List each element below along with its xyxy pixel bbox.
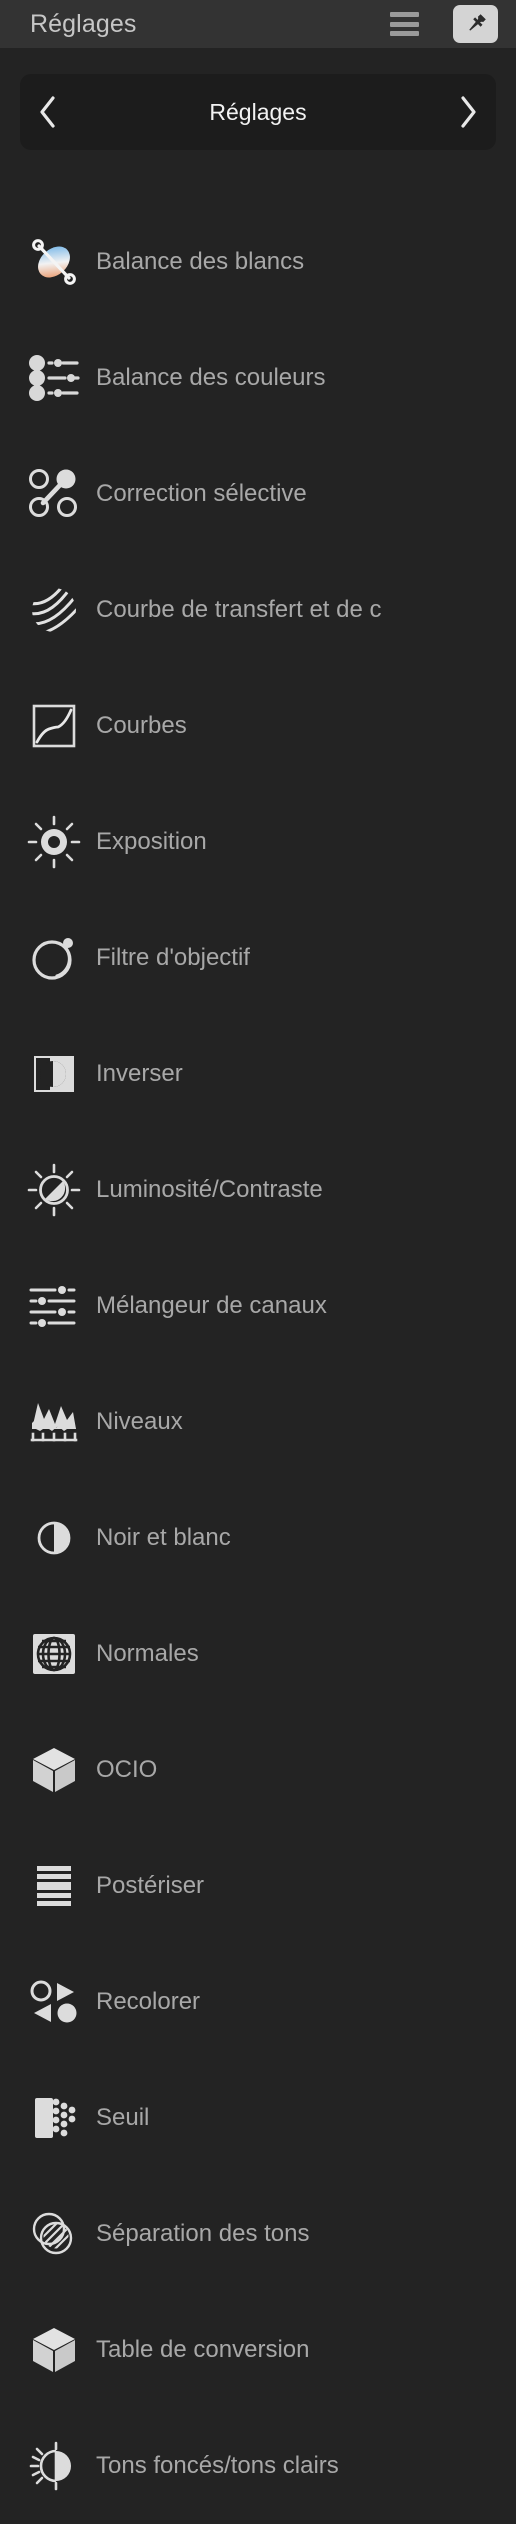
- list-item-label: Tons foncés/tons clairs: [96, 2454, 339, 2478]
- exposure-icon: [16, 807, 92, 877]
- list-item[interactable]: OCIO: [0, 1712, 516, 1828]
- list-item[interactable]: Balance des blancs: [0, 204, 516, 320]
- list-item[interactable]: Séparation des tons: [0, 2176, 516, 2292]
- header-tools: [390, 0, 516, 48]
- list-item[interactable]: Courbes: [0, 668, 516, 784]
- normals-icon: [16, 1619, 92, 1689]
- adjustments-list: Balance des blancs Balance des couleurs …: [0, 204, 516, 2524]
- list-item-label: Normales: [96, 1642, 199, 1666]
- list-item-label: Niveaux: [96, 1410, 183, 1434]
- adjustments-panel: Réglages Réglages Balance des blancs Bal…: [0, 0, 516, 2491]
- list-item[interactable]: Tons foncés/tons clairs: [0, 2408, 516, 2524]
- list-item-label: Luminosité/Contraste: [96, 1178, 323, 1202]
- split-toning-icon: [16, 2199, 92, 2269]
- list-item-label: Courbe de transfert et de c: [96, 598, 382, 622]
- list-item[interactable]: Correction sélective: [0, 436, 516, 552]
- posterize-icon: [16, 1851, 92, 1921]
- list-item[interactable]: Seuil: [0, 2060, 516, 2176]
- pushpin-icon[interactable]: [453, 5, 498, 43]
- selective-color-icon: [16, 459, 92, 529]
- list-item[interactable]: Filtre d'objectif: [0, 900, 516, 1016]
- transfer-curve-icon: [16, 575, 92, 645]
- list-item-label: Table de conversion: [96, 2338, 310, 2362]
- list-item-label: Postériser: [96, 1874, 205, 1898]
- list-item-label: Courbes: [96, 714, 187, 738]
- list-item[interactable]: Niveaux: [0, 1364, 516, 1480]
- list-item[interactable]: Balance des couleurs: [0, 320, 516, 436]
- invert-icon: [16, 1039, 92, 1109]
- list-item-label: Mélangeur de canaux: [96, 1294, 327, 1318]
- threshold-icon: [16, 2083, 92, 2153]
- list-item-label: Séparation des tons: [96, 2222, 310, 2246]
- lens-filter-icon: [16, 923, 92, 993]
- list-item[interactable]: Noir et blanc: [0, 1480, 516, 1596]
- list-item[interactable]: Luminosité/Contraste: [0, 1132, 516, 1248]
- chevron-left-icon[interactable]: [20, 74, 76, 150]
- list-item[interactable]: Postériser: [0, 1828, 516, 1944]
- list-item-label: Correction sélective: [96, 482, 307, 506]
- ocio-cube-icon: [16, 1735, 92, 1805]
- list-item-label: Balance des blancs: [96, 250, 305, 274]
- list-item-label: Noir et blanc: [96, 1526, 231, 1550]
- curves-icon: [16, 691, 92, 761]
- list-item[interactable]: Inverser: [0, 1016, 516, 1132]
- navigation-bar: Réglages: [20, 74, 496, 150]
- channel-mixer-icon: [16, 1271, 92, 1341]
- list-item-label: Exposition: [96, 830, 207, 854]
- list-item-label: Inverser: [96, 1062, 183, 1086]
- page-title: Réglages: [30, 9, 137, 38]
- color-balance-icon: [16, 343, 92, 413]
- list-item[interactable]: Mélangeur de canaux: [0, 1248, 516, 1364]
- list-item-label: Filtre d'objectif: [96, 946, 250, 970]
- list-item-label: Recolorer: [96, 1990, 201, 2014]
- lookup-table-icon: [16, 2315, 92, 2385]
- white-balance-icon: [16, 227, 92, 297]
- recolor-icon: [16, 1967, 92, 2037]
- navigation-title: Réglages: [209, 98, 307, 125]
- brightness-contrast-icon: [16, 1155, 92, 1225]
- list-item[interactable]: Normales: [0, 1596, 516, 1712]
- list-item-label: Seuil: [96, 2106, 150, 2130]
- list-item[interactable]: Table de conversion: [0, 2292, 516, 2408]
- list-item-label: Balance des couleurs: [96, 366, 326, 390]
- list-item[interactable]: Courbe de transfert et de c: [0, 552, 516, 668]
- panel-header: Réglages: [0, 0, 516, 48]
- navigation-bar-container: Réglages: [0, 48, 516, 150]
- list-item[interactable]: Recolorer: [0, 1944, 516, 2060]
- chevron-right-icon[interactable]: [440, 74, 496, 150]
- list-item[interactable]: Exposition: [0, 784, 516, 900]
- levels-icon: [16, 1387, 92, 1457]
- hamburger-icon[interactable]: [390, 12, 419, 36]
- black-and-white-icon: [16, 1503, 92, 1573]
- list-item-label: OCIO: [96, 1758, 158, 1782]
- shadows-highlights-icon: [16, 2431, 92, 2501]
